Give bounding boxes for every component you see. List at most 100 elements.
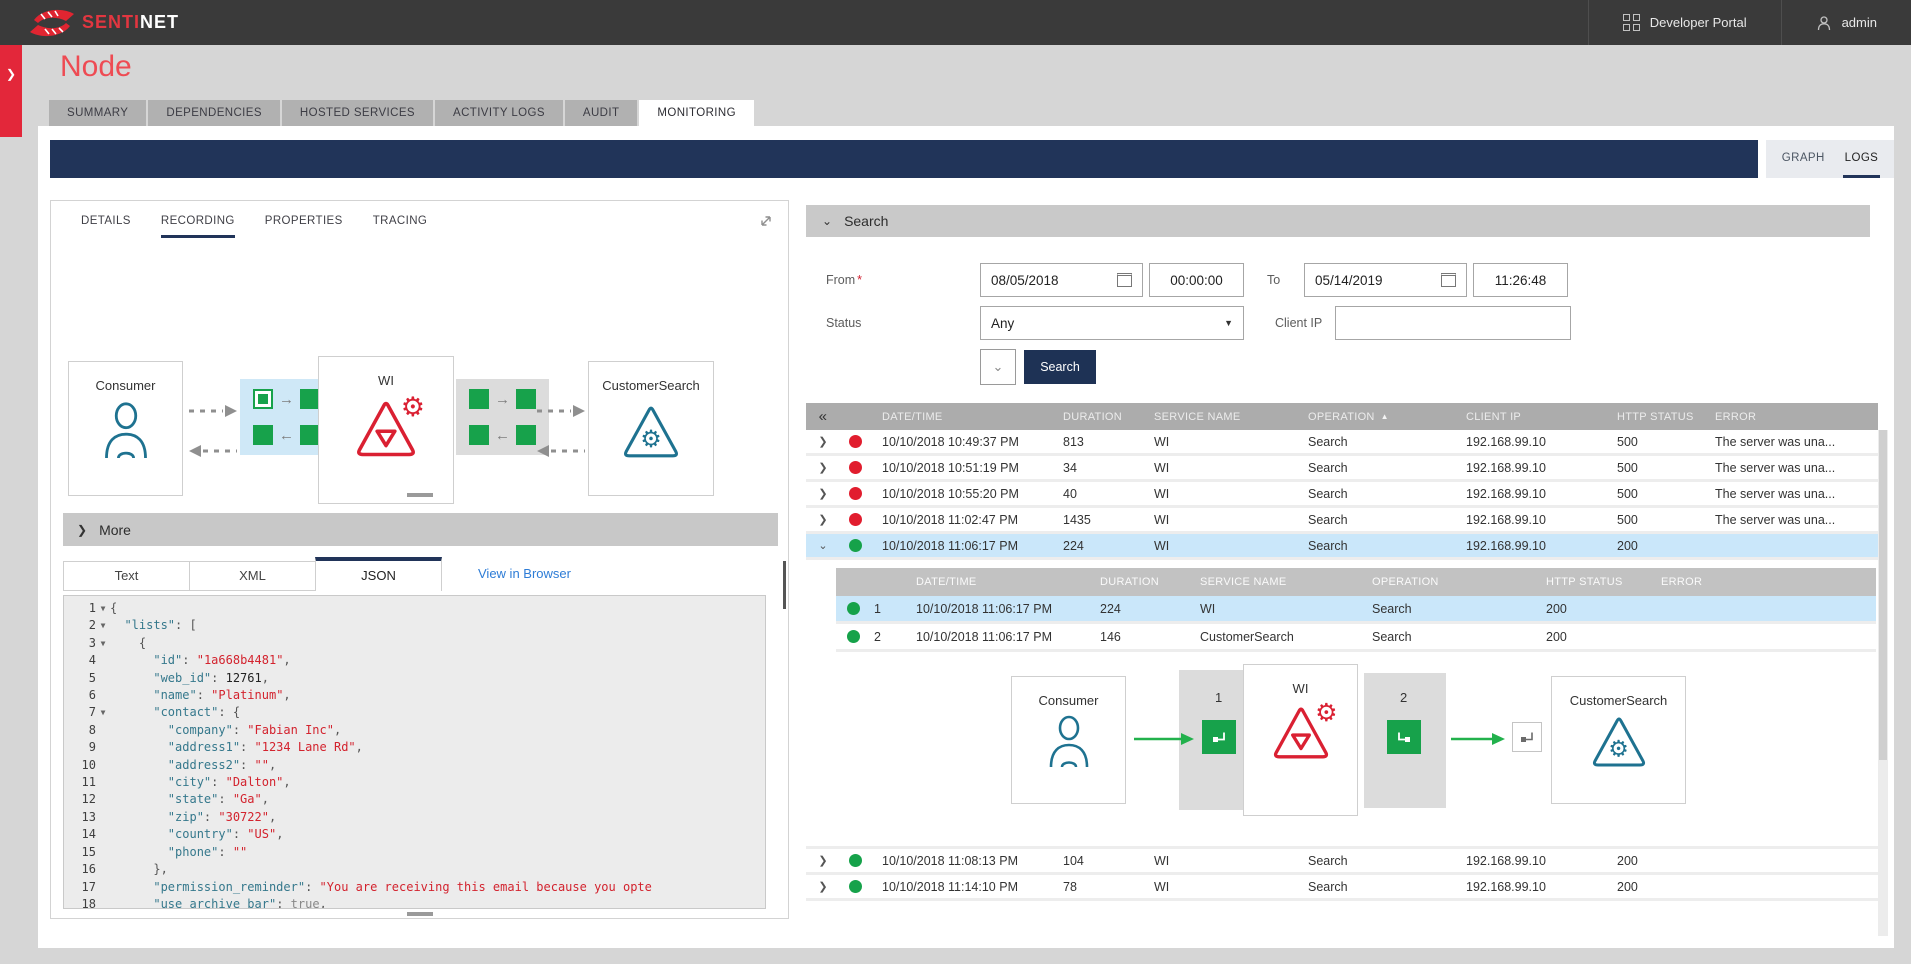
log-row[interactable]: ❯10/10/2018 11:02:47 PM1435WISearch192.1…: [806, 508, 1878, 534]
log-row[interactable]: ❯10/10/2018 10:55:20 PM40WISearch192.168…: [806, 482, 1878, 508]
fold-spacer: [96, 791, 110, 808]
column-header-duration[interactable]: DURATION: [1051, 411, 1142, 423]
column-header-error[interactable]: ERROR: [1703, 411, 1878, 423]
tab-activity-logs[interactable]: ACTIVITY LOGS: [435, 100, 563, 126]
detail-log-row[interactable]: 110/10/2018 11:06:17 PM224WISearch200: [836, 596, 1876, 624]
customersearch-node[interactable]: CustomerSearch ⚙: [588, 361, 714, 496]
splitter-handle[interactable]: [407, 912, 433, 916]
from-date-input[interactable]: [991, 273, 1117, 288]
log-row[interactable]: ❯10/10/2018 11:08:13 PM104WISearch192.16…: [806, 849, 1878, 875]
to-time-input[interactable]: [1484, 273, 1557, 288]
tab-audit[interactable]: AUDIT: [565, 100, 638, 126]
tab-dependencies[interactable]: DEPENDENCIES: [148, 100, 280, 126]
results-scrollbar-thumb[interactable]: [1879, 430, 1887, 760]
to-date-input[interactable]: [1315, 273, 1441, 288]
collapse-all-icon[interactable]: «: [806, 408, 840, 425]
detail-flow-diagram: Consumer 1 WI ⚙: [836, 658, 1876, 836]
tab-summary[interactable]: SUMMARY: [49, 100, 146, 126]
expand-row-icon[interactable]: ❯: [806, 487, 840, 500]
column-header-date-time[interactable]: DATE/TIME: [870, 411, 1051, 423]
calendar-icon[interactable]: [1117, 273, 1132, 287]
cell-datetime: 10/10/2018 10:51:19 PM: [870, 461, 1051, 475]
line-number: 6: [64, 687, 96, 704]
client-ip-field[interactable]: [1335, 306, 1571, 340]
status-select[interactable]: Any ▼: [980, 306, 1244, 340]
results-scrollbar[interactable]: [1878, 430, 1888, 936]
code-editor[interactable]: 1▼{2▼ "lists": [3▼ {4 "id": "1a668b4481"…: [63, 595, 766, 909]
payload-tab-text[interactable]: Text: [63, 561, 190, 591]
search-options-dropdown[interactable]: ⌄: [980, 349, 1016, 385]
column-header-operation[interactable]: OPERATION▲: [1296, 411, 1454, 423]
column-header-service-name[interactable]: SERVICE NAME: [1142, 411, 1296, 423]
consumer-node[interactable]: Consumer: [1011, 676, 1126, 804]
customersearch-node[interactable]: CustomerSearch ⚙: [1551, 676, 1686, 804]
payload-tab-json[interactable]: JSON: [315, 557, 442, 591]
fold-icon[interactable]: ▼: [96, 617, 110, 634]
to-date-field[interactable]: [1304, 263, 1467, 297]
more-expander[interactable]: ❯ More: [63, 513, 778, 546]
panel-scrollbar-thumb[interactable]: [783, 561, 786, 609]
from-time-input[interactable]: [1160, 273, 1233, 288]
search-button[interactable]: Search: [1024, 350, 1096, 384]
view-toggle-graph[interactable]: GRAPH: [1780, 140, 1827, 178]
collapse-row-icon[interactable]: ⌄: [806, 539, 840, 552]
wi-service-node[interactable]: WI ⚙: [1243, 664, 1358, 816]
column-header-http-status[interactable]: HTTP STATUS: [1605, 411, 1703, 423]
monitoring-chart-bar[interactable]: [50, 140, 1758, 178]
flow-arrow: [1133, 732, 1195, 746]
fold-icon[interactable]: ▼: [96, 600, 110, 617]
splitter-handle[interactable]: [407, 493, 433, 497]
gear-icon: ⚙: [640, 425, 662, 454]
search-expander[interactable]: ⌄ Search: [806, 205, 1870, 237]
sentinet-logo[interactable]: SENTINET: [28, 7, 179, 39]
wi-service-node[interactable]: WI ⚙: [318, 356, 454, 504]
log-row[interactable]: ❯10/10/2018 10:51:19 PM34WISearch192.168…: [806, 456, 1878, 482]
log-row[interactable]: ⌄10/10/2018 11:06:17 PM224WISearch192.16…: [806, 534, 1878, 560]
fold-icon[interactable]: ▼: [96, 704, 110, 721]
token: "Dalton": [226, 775, 284, 789]
label: WI: [1154, 539, 1169, 553]
code-text: "contact": {: [110, 704, 240, 721]
to-label: To: [1267, 273, 1280, 287]
tab-monitoring[interactable]: MONITORING: [639, 100, 754, 126]
panel-tab-recording[interactable]: RECORDING: [161, 215, 235, 238]
developer-portal-link[interactable]: Developer Portal: [1588, 0, 1781, 45]
message-3-icon[interactable]: [1512, 722, 1542, 752]
fold-icon[interactable]: ▼: [96, 635, 110, 652]
detail-log-row[interactable]: 210/10/2018 11:06:17 PM146CustomerSearch…: [836, 624, 1876, 652]
log-row[interactable]: ❯10/10/2018 10:49:37 PM813WISearch192.16…: [806, 430, 1878, 456]
to-time-field[interactable]: [1473, 263, 1568, 297]
expand-row-icon[interactable]: ❯: [806, 435, 840, 448]
user-menu[interactable]: admin: [1781, 0, 1911, 45]
expand-row-icon[interactable]: ❯: [806, 461, 840, 474]
expand-icon[interactable]: [758, 213, 774, 229]
select-arrow-icon: ▼: [1224, 318, 1233, 328]
panel-tab-tracing[interactable]: TRACING: [373, 215, 428, 238]
column-header-client-ip[interactable]: CLIENT IP: [1454, 411, 1605, 423]
code-text: "phone": "": [110, 844, 247, 861]
code-line: 3▼ {: [64, 635, 765, 652]
payload-tab-xml[interactable]: XML: [189, 561, 316, 591]
from-date-field[interactable]: [980, 263, 1143, 297]
panel-tab-properties[interactable]: PROPERTIES: [265, 215, 343, 238]
message-1-icon[interactable]: [1202, 720, 1236, 754]
view-in-browser-link[interactable]: View in Browser: [478, 559, 571, 589]
tab-hosted-services[interactable]: HOSTED SERVICES: [282, 100, 433, 126]
view-toggle-logs[interactable]: LOGS: [1843, 140, 1881, 178]
nav-back-strip[interactable]: ❯: [0, 45, 22, 137]
token: [110, 827, 168, 841]
token: "1a668b4481": [197, 653, 284, 667]
from-time-field[interactable]: [1149, 263, 1244, 297]
token: ,: [320, 897, 327, 909]
panel-tab-details[interactable]: DETAILS: [81, 215, 131, 238]
message-2-icon[interactable]: [1387, 720, 1421, 754]
required-mark: *: [857, 273, 862, 287]
expand-row-icon[interactable]: ❯: [806, 513, 840, 526]
message-icon: [469, 425, 489, 445]
client-ip-input[interactable]: [1346, 316, 1560, 331]
expand-row-icon[interactable]: ❯: [806, 854, 840, 867]
log-row[interactable]: ❯10/10/2018 11:14:10 PM78WISearch192.168…: [806, 875, 1878, 901]
calendar-icon[interactable]: [1441, 273, 1456, 287]
consumer-node[interactable]: Consumer: [68, 361, 183, 496]
expand-row-icon[interactable]: ❯: [806, 880, 840, 893]
